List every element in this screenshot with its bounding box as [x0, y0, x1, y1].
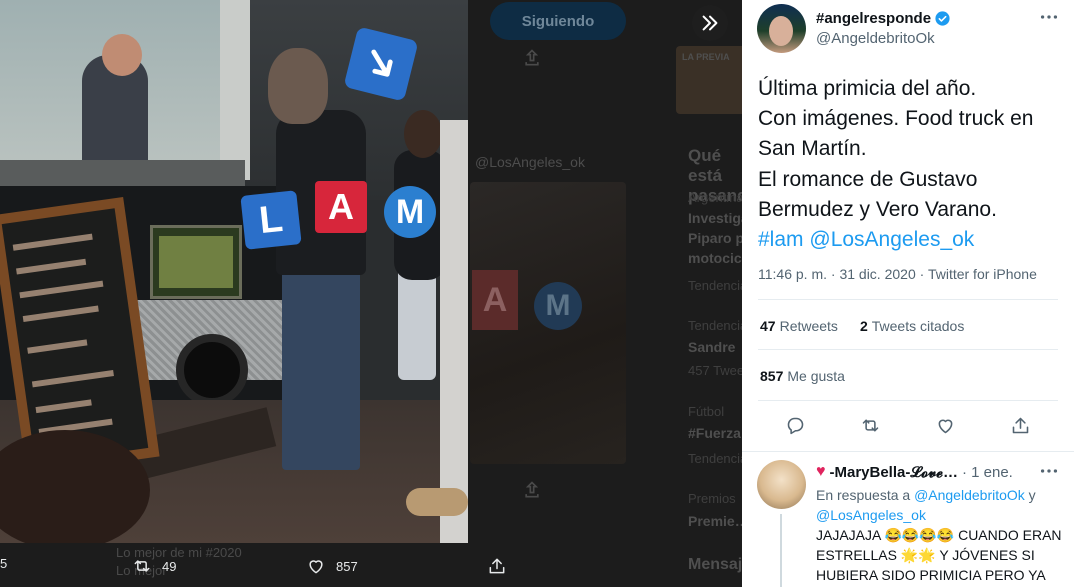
retweet-icon — [134, 560, 150, 572]
likes-stats: 857 Me gusta — [760, 368, 845, 384]
hashtag-link[interactable]: #lam — [758, 228, 804, 251]
trend-line: motocic… — [688, 250, 742, 266]
reply-text: JAJAJAJA 😂😂😂😂 CUANDO ERAN ESTRELLAS 🌟🌟 Y… — [816, 527, 1062, 583]
share-icon[interactable] — [1010, 415, 1031, 436]
heart-emoji-icon: ♥ — [816, 463, 826, 480]
tweet-line: San Martín. — [758, 137, 867, 161]
media-action-bar — [0, 545, 742, 587]
tweet-photo[interactable]: L A M — [0, 0, 468, 543]
mention-link[interactable]: @LosAngeles_ok — [809, 228, 974, 251]
tweet-meta: 11:46 p. m. · 31 dic. 2020 · Twitter for… — [758, 266, 1037, 282]
trend-count: 457 Tweets — [688, 363, 742, 378]
tweet-actions — [758, 406, 1058, 444]
media-retweet-button[interactable]: 49 — [132, 556, 176, 576]
divider — [758, 299, 1058, 300]
tweet-line: Con imágenes. Food truck en — [758, 107, 1034, 131]
media-like-button[interactable]: 857 — [306, 556, 358, 576]
reply-more-options-icon[interactable] — [1038, 462, 1060, 480]
truck-sign — [150, 225, 242, 299]
like-icon[interactable] — [935, 415, 956, 436]
share-icon-dimmed-2 — [525, 481, 539, 498]
logo-m-dimmed: M — [534, 282, 582, 330]
media-reply-count: 5 — [0, 556, 8, 571]
trend-category: Tendencia — [688, 318, 742, 333]
chevrons-right-icon — [702, 15, 718, 31]
media-viewer: Siguiendo LA PREVIA @LosAngeles_ok A M Q… — [0, 0, 1074, 587]
divider — [758, 349, 1058, 350]
logo-a-dimmed: A — [472, 270, 518, 330]
collapse-sidebar-button[interactable] — [692, 5, 728, 41]
trend-title: Investiga… — [688, 210, 742, 226]
author-handle[interactable]: @AngeldebritoOk — [816, 30, 935, 47]
trend-category: Fútbol — [688, 404, 725, 419]
engagement-stats: 47 Retweets 2 Tweets citados — [760, 318, 964, 334]
reply-icon[interactable] — [785, 415, 806, 436]
thumbnail-label: LA PREVIA — [682, 52, 730, 62]
heart-icon — [309, 560, 323, 574]
share-icon-dimmed — [525, 49, 539, 66]
retweet-icon[interactable] — [860, 415, 881, 436]
author-name-text: #angelresponde — [816, 10, 932, 27]
trend-title: Premie… — [688, 513, 742, 529]
trend-line: Piparo p… — [688, 230, 742, 246]
tweet-source[interactable]: Twitter for iPhone — [928, 266, 1037, 282]
trend-category: Premios — [688, 491, 736, 506]
lam-logo-l: L — [240, 190, 302, 250]
lam-logo-a: A — [315, 181, 367, 233]
divider — [742, 451, 1074, 452]
reply-mention-1[interactable]: @AngeldebritoOk — [914, 487, 1025, 503]
media-reply-button[interactable]: 5 — [0, 556, 7, 571]
following-button-dimmed: Siguiendo — [490, 2, 626, 40]
likes-stat[interactable]: 857 Me gusta — [760, 368, 845, 384]
trend-category: Argentina — [688, 190, 742, 205]
quotes-stat[interactable]: 2 Tweets citados — [860, 318, 964, 334]
reply-mention-2[interactable]: @LosAngeles_ok — [816, 507, 926, 523]
reply-author-name[interactable]: -MaryBella-𝓛𝓸𝓿𝓮… — [830, 464, 958, 481]
share-icon — [489, 558, 505, 574]
tweet-line: Bermudez y Vero Varano. — [758, 197, 997, 221]
reply-date[interactable]: · 1 ene. — [962, 464, 1013, 481]
tweet-detail-panel: #angelresponde @AngeldebritoOk Última pr… — [742, 0, 1074, 587]
trend-category: Tendencia — [688, 451, 742, 466]
tweet-text: Última primicia del año. Con imágenes. F… — [758, 74, 1064, 255]
tweet-line: El romance de Gustavo — [758, 167, 978, 191]
reply-header: ♥ -MaryBella-𝓛𝓸𝓿𝓮… · 1 ene. — [816, 463, 1013, 481]
trend-title: #Fuerza… — [688, 425, 742, 441]
more-options-icon[interactable] — [1038, 8, 1060, 26]
tweet-timestamp[interactable]: 11:46 p. m. · 31 dic. 2020 — [758, 266, 916, 282]
truck-wheel — [176, 334, 248, 406]
thread-line — [780, 514, 782, 587]
divider — [758, 400, 1058, 401]
handle-dimmed: @LosAngeles_ok — [475, 154, 585, 170]
reply-author-avatar[interactable] — [757, 460, 806, 509]
retweets-stat[interactable]: 47 Retweets — [760, 318, 838, 334]
media-share-button[interactable] — [487, 556, 507, 576]
author-name[interactable]: #angelresponde — [816, 10, 951, 27]
media-like-count: 857 — [336, 558, 358, 574]
lam-logo-m: M — [384, 186, 436, 238]
author-avatar[interactable] — [757, 4, 806, 53]
verified-badge-icon — [935, 11, 950, 26]
trend-category: Tendencia — [688, 278, 742, 293]
replying-to: En respuesta a @AngeldebritoOk y @LosAng… — [816, 487, 1036, 523]
media-retweet-count: 49 — [162, 558, 177, 574]
tweet-line: Última primicia del año. — [758, 77, 977, 100]
trend-title: Sandre — [688, 339, 736, 355]
